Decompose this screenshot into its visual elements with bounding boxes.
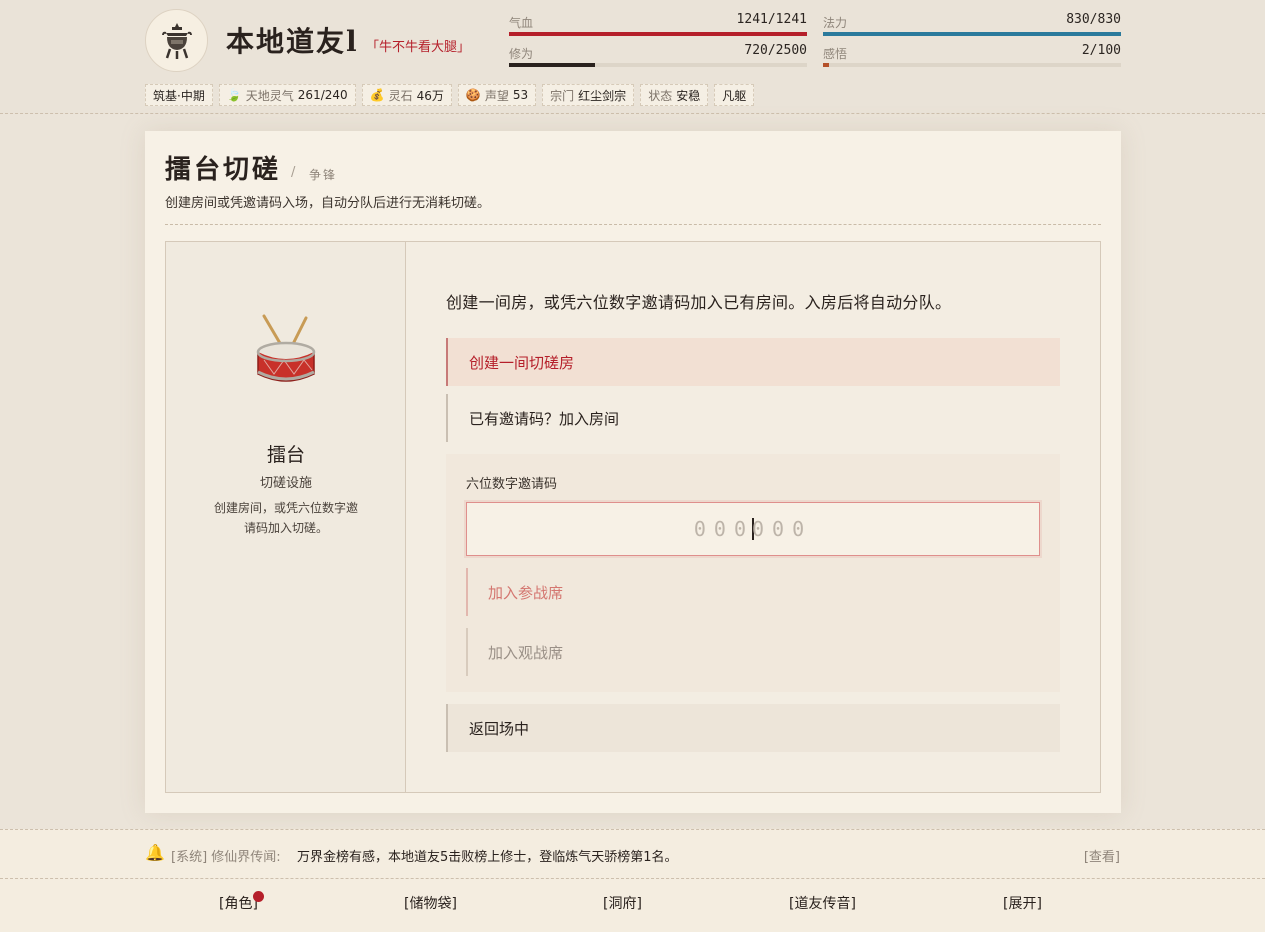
nav-cave[interactable]: [洞府]	[603, 893, 642, 913]
bottom-nav: [角色] [储物袋] [洞府] [道友传音] [展开]	[0, 879, 1265, 932]
top-header: 本地道友l 「牛不牛看大腿」 气血 1241/1241 法力 830/830 修…	[0, 0, 1265, 114]
facility-description: 创建房间，或凭六位数字邀 请码加入切磋。	[206, 498, 366, 538]
stat-mana: 法力 830/830	[823, 12, 1121, 44]
stat-insight-fill	[823, 63, 829, 67]
stat-hp: 气血 1241/1241	[509, 12, 807, 44]
cookie-icon: 🍪	[465, 88, 481, 102]
page-subtitle: 争锋	[309, 168, 338, 182]
divider	[165, 224, 1101, 225]
nav-bag[interactable]: [储物袋]	[404, 893, 457, 913]
state-value: 安稳	[676, 88, 701, 103]
qi-value: 261/240	[297, 88, 348, 102]
notification-dot	[253, 891, 264, 902]
sect-label: 宗门	[550, 88, 575, 103]
avatar[interactable]	[145, 9, 208, 72]
stat-insight-value: 2/100	[1081, 43, 1121, 58]
leaf-icon: 🍃	[226, 88, 242, 102]
fame-chip[interactable]: 🍪 声望 53	[457, 84, 537, 106]
join-fighter-button[interactable]: 加入参战席	[466, 568, 1040, 616]
sect-value: 红尘剑宗	[578, 88, 627, 103]
news-ticker: 🔔 [系统] 修仙界传闻: 万界金榜有感，本地道友5击败榜上修士，登临炼气天骄榜…	[0, 829, 1265, 879]
bell-icon: 🔔	[145, 843, 165, 862]
fame-value: 53	[512, 88, 529, 102]
invite-code-input[interactable]: 000 000	[466, 502, 1040, 556]
news-text: 万界金榜有感，本地道友5击败榜上修士，登临炼气天骄榜第1名。	[297, 850, 678, 865]
spirit-stone-label: 灵石	[388, 88, 413, 103]
stat-hp-fill	[509, 32, 807, 36]
facility-description-line-1: 创建房间，或凭六位数字邀	[213, 501, 358, 515]
state-label: 状态	[648, 88, 673, 103]
sect-chip[interactable]: 宗门 红尘剑宗	[542, 84, 635, 106]
stat-cultivation-label: 修为	[509, 47, 534, 61]
invite-code-section: 六位数字邀请码 000 000 加入参战席 加入观战席	[446, 454, 1060, 692]
invite-code-label: 六位数字邀请码	[466, 477, 558, 492]
player-title-tag: 「牛不牛看大腿」	[366, 40, 471, 55]
invite-code-placeholder-right: 000	[752, 517, 813, 541]
stat-insight-label: 感悟	[823, 47, 848, 61]
realm-chip[interactable]: 筑基·中期	[145, 84, 213, 106]
stat-hp-track	[509, 32, 807, 36]
arena-frame: 擂台 切磋设施 创建房间，或凭六位数字邀 请码加入切磋。 创建一间房，或凭六位数…	[165, 241, 1101, 793]
stat-insight: 感悟 2/100	[823, 43, 1121, 75]
stat-insight-track	[823, 63, 1121, 67]
facility-description-line-2: 请码加入切磋。	[243, 521, 328, 535]
stat-mana-label: 法力	[823, 16, 848, 30]
create-room-button[interactable]: 创建一间切磋房	[446, 338, 1060, 386]
stat-mana-fill	[823, 32, 1121, 36]
state-chip[interactable]: 状态 安稳	[640, 84, 709, 106]
news-view-link[interactable]: [查看]	[1084, 846, 1120, 865]
invite-code-placeholder-left: 000	[693, 517, 754, 541]
fame-label: 声望	[484, 88, 509, 103]
stat-cultivation-value: 720/2500	[744, 43, 807, 58]
facility-name: 擂台	[266, 444, 305, 466]
news-tag: [系统] 修仙界传闻:	[171, 850, 281, 865]
stat-cultivation-fill	[509, 63, 595, 67]
stat-cultivation-track	[509, 63, 807, 67]
realm-value: 筑基·中期	[153, 88, 205, 103]
stat-cultivation: 修为 720/2500	[509, 43, 807, 75]
qi-label: 天地灵气	[245, 88, 294, 103]
nav-expand[interactable]: [展开]	[1003, 893, 1042, 913]
join-with-code-button[interactable]: 已有邀请码？加入房间	[446, 394, 1060, 442]
stat-hp-label: 气血	[509, 16, 534, 30]
status-chips: 筑基·中期 🍃 天地灵气 261/240 💰 灵石 46万 🍪 声望 53 宗门…	[145, 84, 755, 106]
spirit-stone-value: 46万	[416, 88, 444, 103]
back-button[interactable]: 返回场中	[446, 704, 1060, 752]
incense-burner-icon	[161, 22, 192, 59]
stat-mana-value: 830/830	[1066, 12, 1121, 27]
nav-message[interactable]: [道友传音]	[789, 893, 856, 913]
body-value: 凡躯	[722, 88, 747, 103]
facility-kind: 切磋设施	[259, 476, 312, 491]
player-name: 本地道友l	[226, 25, 359, 58]
page-description: 创建房间或凭邀请码入场，自动分队后进行无消耗切磋。	[165, 196, 491, 211]
page-title: 擂台切磋	[165, 155, 282, 185]
spirit-stone-chip[interactable]: 💰 灵石 46万	[361, 84, 452, 106]
money-bag-icon: 💰	[369, 88, 385, 102]
stat-mana-track	[823, 32, 1121, 36]
stat-hp-value: 1241/1241	[736, 12, 807, 27]
title-separator: /	[291, 165, 296, 180]
arena-panel: 擂台切磋 / 争锋 创建房间或凭邀请码入场，自动分队后进行无消耗切磋。 擂台 切…	[145, 131, 1121, 813]
body-chip[interactable]: 凡躯	[714, 84, 755, 106]
join-spectator-button[interactable]: 加入观战席	[466, 628, 1040, 676]
arena-intro: 创建一间房，或凭六位数字邀请码加入已有房间。入房后将自动分队。	[446, 293, 952, 312]
arena-content: 创建一间房，或凭六位数字邀请码加入已有房间。入房后将自动分队。 创建一间切磋房 …	[406, 242, 1100, 792]
facility-sidebar: 擂台 切磋设施 创建房间，或凭六位数字邀 请码加入切磋。	[166, 242, 406, 792]
qi-chip[interactable]: 🍃 天地灵气 261/240	[218, 84, 356, 106]
drum-icon	[256, 314, 316, 382]
